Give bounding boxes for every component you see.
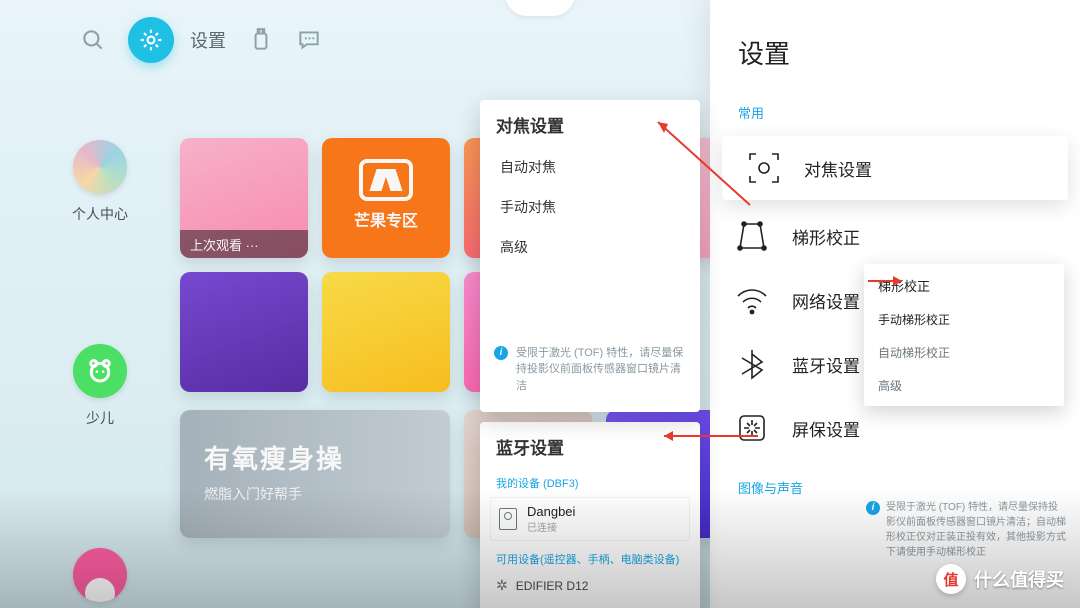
keystone-icon bbox=[734, 218, 770, 254]
annotation-arrow bbox=[866, 272, 910, 290]
wifi-icon bbox=[734, 282, 770, 318]
focus-panel-note: 受限于激光 (TOF) 特性，请尽量保持投影仪前面板传感器窗口镜片清洁 bbox=[480, 335, 700, 407]
mango-logo-icon bbox=[359, 159, 413, 201]
tile-card[interactable] bbox=[322, 272, 450, 392]
settings-section-common: 常用 bbox=[710, 81, 1080, 132]
usb-icon[interactable] bbox=[248, 27, 274, 53]
bt-available-device[interactable]: ✲EDIFIER D12 bbox=[480, 569, 700, 602]
bt-clear-pairing[interactable]: 清除蓝牙配对信息 bbox=[480, 602, 700, 608]
tile-card[interactable] bbox=[180, 272, 308, 392]
settings-item-keystone[interactable]: 梯形校正 bbox=[710, 204, 1080, 268]
nav-kids[interactable]: 少儿 bbox=[73, 344, 127, 428]
info-icon bbox=[866, 501, 880, 515]
bt-available-label: 可用设备(遥控器、手柄、电脑类设备) bbox=[480, 545, 700, 569]
left-nav: 个人中心 少儿 bbox=[50, 140, 150, 602]
settings-icon[interactable] bbox=[128, 17, 174, 63]
pink-icon bbox=[73, 548, 127, 602]
watermark-badge: 值 bbox=[936, 564, 966, 594]
watermark: 值 什么值得买 bbox=[936, 564, 1064, 594]
keystone-opt-manual[interactable]: 手动梯形校正 bbox=[864, 303, 1064, 336]
nav-profile-label: 个人中心 bbox=[72, 204, 128, 224]
bluetooth-icon bbox=[734, 346, 770, 382]
info-icon bbox=[494, 346, 508, 360]
search-icon[interactable] bbox=[80, 27, 106, 53]
annotation-arrow bbox=[640, 110, 760, 220]
bluetooth-icon: ✲ bbox=[496, 577, 508, 594]
chat-icon[interactable] bbox=[296, 27, 322, 53]
kids-icon bbox=[73, 344, 127, 398]
bt-device-row[interactable]: Dangbei 已连接 bbox=[490, 497, 690, 541]
tile-mango[interactable]: 芒果专区 bbox=[322, 138, 450, 258]
watermark-text: 什么值得买 bbox=[974, 566, 1064, 592]
bluetooth-panel: 蓝牙设置 我的设备 (DBF3) Dangbei 已连接 可用设备(遥控器、手柄… bbox=[480, 422, 700, 608]
nav-pink[interactable] bbox=[73, 548, 127, 602]
topbar-label: 设置 bbox=[190, 27, 226, 53]
bt-my-devices-label: 我的设备 (DBF3) bbox=[480, 469, 700, 493]
annotation-arrow bbox=[646, 426, 766, 446]
settings-item-focus[interactable]: 对焦设置 bbox=[722, 136, 1068, 200]
avatar-icon bbox=[73, 140, 127, 194]
tile-last-watch[interactable]: 上次观看 ··· bbox=[180, 138, 308, 258]
keystone-opt-auto[interactable]: 自动梯形校正 bbox=[864, 336, 1064, 369]
nav-kids-label: 少儿 bbox=[86, 408, 114, 428]
nav-profile[interactable]: 个人中心 bbox=[72, 140, 128, 224]
focus-option-advanced[interactable]: 高级 bbox=[480, 227, 700, 267]
keystone-opt-advanced[interactable]: 高级 bbox=[864, 369, 1064, 402]
settings-title: 设置 bbox=[710, 34, 1080, 81]
tile-fitness[interactable]: 有氧瘦身操 燃脂入门好帮手 bbox=[180, 410, 450, 538]
settings-note: 受限于激光 (TOF) 特性，请尽量保持投影仪前面板传感器窗口镜片清洁；自动梯形… bbox=[866, 500, 1066, 560]
remote-icon bbox=[499, 508, 517, 530]
